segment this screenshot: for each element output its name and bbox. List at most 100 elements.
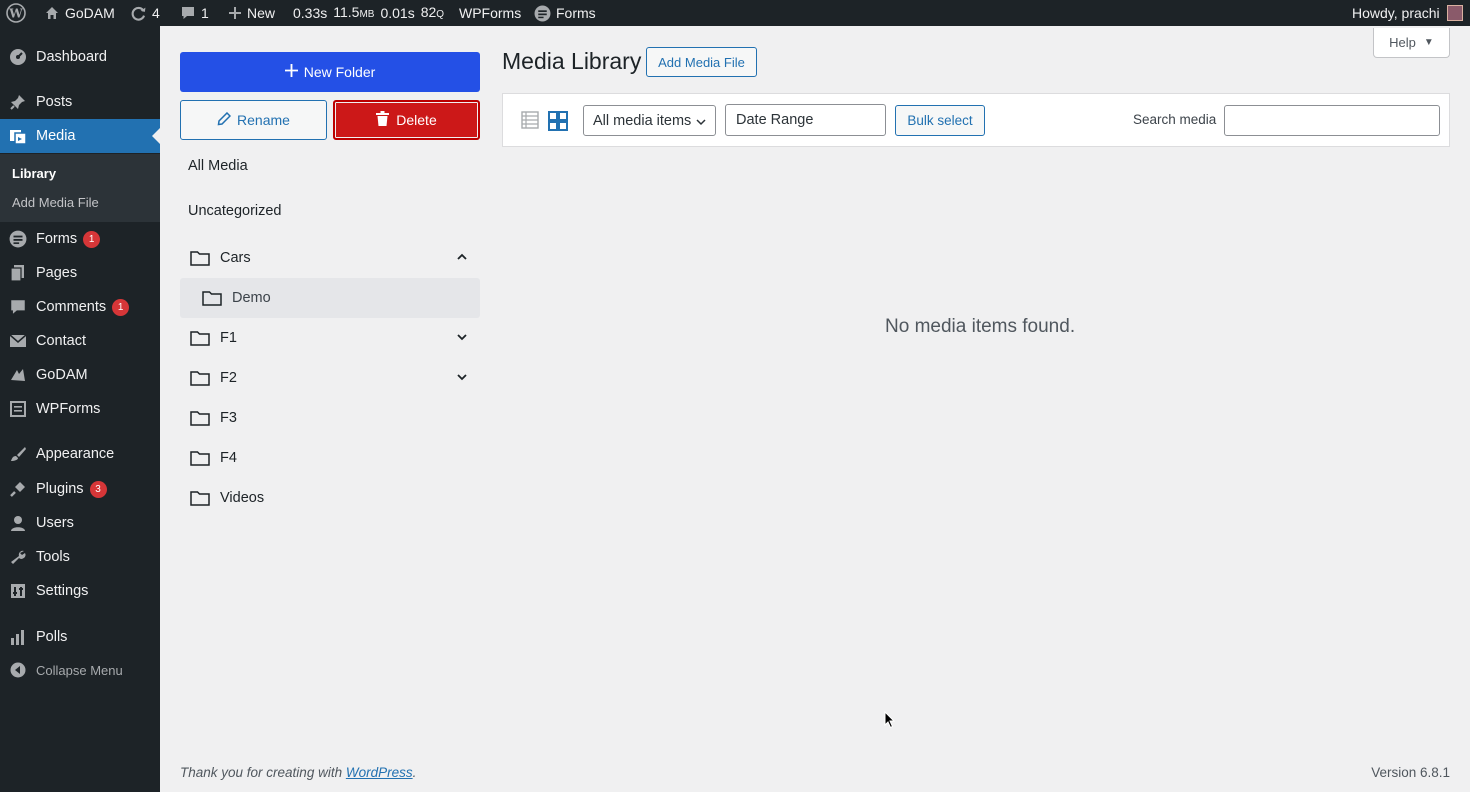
updates-count: 4	[152, 5, 160, 21]
plugins-badge: 3	[89, 480, 107, 498]
menu-wpforms[interactable]: WPForms	[0, 392, 160, 426]
pages-icon	[0, 264, 36, 282]
add-media-file-button[interactable]: Add Media File	[646, 47, 757, 77]
paintbrush-icon	[0, 445, 36, 463]
qm-time: 0.33s	[293, 5, 328, 21]
rename-button[interactable]: Rename	[180, 100, 327, 140]
wpforms-icon	[0, 400, 36, 418]
chevron-down-icon[interactable]	[456, 331, 468, 343]
new-label: New	[247, 5, 276, 21]
menu-plugins[interactable]: Plugins 3	[0, 472, 160, 506]
updates-link[interactable]: 4	[130, 0, 160, 26]
no-media-message: No media items found.	[885, 316, 1076, 337]
search-media-input[interactable]	[1224, 105, 1440, 136]
menu-pages[interactable]: Pages	[0, 256, 160, 290]
folder-item-f3[interactable]: F3	[180, 398, 480, 438]
comments-count: 1	[201, 5, 209, 21]
folder-icon	[202, 291, 222, 306]
folder-item-videos[interactable]: Videos	[180, 478, 480, 518]
my-account-link[interactable]: Howdy, prachi	[1352, 0, 1463, 26]
folder-icon	[190, 371, 210, 386]
avatar	[1446, 5, 1463, 21]
menu-dashboard[interactable]: Dashboard	[0, 40, 160, 74]
caret-down-icon: ▼	[1423, 37, 1434, 48]
folder-item-cars[interactable]: Cars	[180, 238, 480, 278]
mouse-cursor-icon	[884, 711, 896, 729]
search-media-label: Search media	[1133, 112, 1217, 127]
wordpress-link[interactable]: WordPress	[346, 765, 413, 780]
forms-icon	[0, 230, 36, 248]
comment-bubble-icon	[0, 298, 36, 316]
date-range-input[interactable]: Date Range	[725, 104, 886, 136]
uncategorized-link[interactable]: Uncategorized	[188, 203, 282, 219]
footer-version: Version 6.8.1	[1371, 765, 1450, 780]
pushpin-icon	[0, 93, 36, 111]
site-name: GoDAM	[65, 5, 115, 21]
media-toolbar: All media items Date Range Bulk select S…	[502, 93, 1450, 147]
plus-icon	[228, 6, 242, 20]
plus-icon	[284, 64, 298, 80]
menu-contact[interactable]: Contact	[0, 324, 160, 358]
chevron-up-icon[interactable]	[456, 251, 468, 263]
folder-item-f2[interactable]: F2	[180, 358, 480, 398]
chevron-down-icon	[696, 119, 706, 126]
svg-text:W: W	[8, 7, 23, 21]
menu-polls[interactable]: Polls	[0, 620, 160, 654]
page-title: Media Library	[502, 48, 642, 74]
menu-posts[interactable]: Posts	[0, 85, 160, 119]
bar-chart-icon	[0, 628, 36, 646]
menu-godam[interactable]: GoDAM	[0, 358, 160, 392]
new-content-link[interactable]: New	[228, 0, 275, 26]
media-type-filter-select[interactable]: All media items	[583, 105, 716, 136]
folder-icon	[190, 491, 210, 506]
site-name-link[interactable]: GoDAM	[44, 0, 115, 26]
collapse-menu-button[interactable]: Collapse Menu	[0, 653, 160, 687]
wordpress-logo-icon[interactable]: W	[6, 0, 26, 26]
menu-forms[interactable]: Forms 1	[0, 222, 160, 256]
menu-tools[interactable]: Tools	[0, 540, 160, 574]
all-media-link[interactable]: All Media	[188, 158, 248, 174]
delete-button[interactable]: Delete	[333, 100, 480, 140]
menu-comments[interactable]: Comments 1	[0, 290, 160, 324]
folder-icon	[190, 331, 210, 346]
bulk-select-button[interactable]: Bulk select	[895, 105, 985, 136]
folder-icon	[190, 251, 210, 266]
comments-link[interactable]: 1	[180, 0, 209, 26]
help-button[interactable]: Help ▼	[1373, 28, 1450, 58]
qm-db-time: 0.01s	[380, 5, 415, 21]
settings-sliders-icon	[0, 582, 36, 600]
submenu-library[interactable]: Library	[12, 166, 56, 181]
plug-icon	[0, 480, 36, 498]
wpforms-label: WPForms	[459, 5, 522, 21]
pencil-icon	[217, 111, 232, 129]
admin-menu: Dashboard Posts Media Library Add Media …	[0, 26, 160, 792]
comments-badge: 1	[112, 298, 130, 316]
comment-bubble-icon	[180, 5, 196, 21]
folder-item-f1[interactable]: F1	[180, 318, 480, 358]
forms-label: Forms	[556, 5, 596, 21]
refresh-icon	[130, 5, 147, 22]
dashboard-gauge-icon	[0, 48, 36, 66]
trash-icon	[376, 111, 390, 129]
submenu-add-media-file[interactable]: Add Media File	[12, 195, 99, 210]
new-folder-button[interactable]: New Folder	[180, 52, 480, 92]
menu-appearance[interactable]: Appearance	[0, 437, 160, 471]
grid-view-icon[interactable]	[548, 111, 568, 136]
folder-item-demo[interactable]: Demo	[180, 278, 480, 318]
query-monitor-link[interactable]: 0.33s 11.5MB 0.01s 82Q	[293, 0, 444, 26]
chevron-down-icon[interactable]	[456, 371, 468, 383]
list-view-icon[interactable]	[521, 111, 539, 134]
menu-settings[interactable]: Settings	[0, 574, 160, 608]
forms-link[interactable]: Forms	[534, 0, 596, 26]
forms-badge: 1	[83, 230, 101, 248]
qm-memory: 11.5MB	[333, 3, 375, 20]
collapse-arrow-icon	[0, 662, 36, 678]
folder-icon	[190, 411, 210, 426]
wpforms-link[interactable]: WPForms	[459, 0, 521, 26]
wrench-icon	[0, 548, 36, 566]
menu-media[interactable]: Media	[0, 119, 160, 153]
menu-users[interactable]: Users	[0, 506, 160, 540]
godam-logo-icon	[0, 366, 36, 384]
footer-thanks: Thank you for creating with WordPress.	[180, 765, 417, 780]
folder-item-f4[interactable]: F4	[180, 438, 480, 478]
